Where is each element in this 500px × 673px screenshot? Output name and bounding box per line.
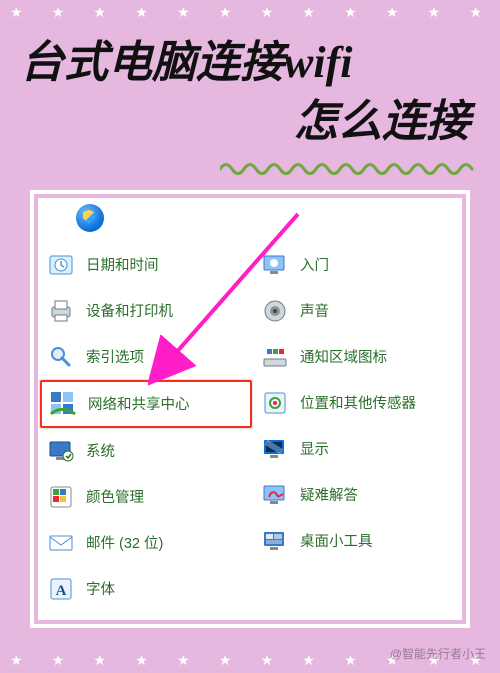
- system-icon: [46, 436, 76, 466]
- svg-text:A: A: [56, 583, 67, 599]
- title-line-1: 台式电脑连接wifi: [20, 33, 480, 92]
- control-panel-right-column: 入门 声音 通知区域图标 位置和其他传感器: [254, 242, 460, 612]
- control-panel-item-system[interactable]: 系统: [40, 428, 246, 474]
- printer-icon: [46, 296, 76, 326]
- item-label: 系统: [86, 440, 246, 461]
- control-panel-item-indexing[interactable]: 索引选项: [40, 334, 246, 380]
- control-panel-item-getting-started[interactable]: 入门: [254, 242, 460, 288]
- control-panel-item-mail[interactable]: 邮件 (32 位): [40, 520, 246, 566]
- item-label: 网络和共享中心: [88, 393, 250, 414]
- gadget-icon: [260, 526, 290, 556]
- sensor-icon: [260, 388, 290, 418]
- mail-icon: [46, 528, 76, 558]
- decorative-squiggle: [220, 162, 480, 176]
- control-panel-item-network[interactable]: 网络和共享中心: [40, 380, 252, 428]
- control-panel-item-datetime[interactable]: 日期和时间: [40, 242, 246, 288]
- item-label: 字体: [86, 578, 246, 599]
- decorative-stars-top: ★★★★★★ ★★★★★★: [0, 0, 500, 25]
- control-panel-item-display[interactable]: 显示: [254, 426, 460, 472]
- item-label: 声音: [300, 300, 454, 321]
- clock-icon: [46, 250, 76, 280]
- item-label: 显示: [300, 438, 454, 459]
- control-panel-item-tray[interactable]: 通知区域图标: [254, 334, 460, 380]
- getting-started-icon: [260, 250, 290, 280]
- network-icon: [48, 389, 78, 419]
- item-label: 桌面小工具: [300, 530, 454, 551]
- control-panel-item-devices[interactable]: 设备和打印机: [40, 288, 246, 334]
- item-label: 颜色管理: [86, 486, 246, 507]
- troubleshoot-icon: [260, 480, 290, 510]
- control-panel-item-sound[interactable]: 声音: [254, 288, 460, 334]
- control-panel-header: [40, 202, 460, 242]
- item-label: 设备和打印机: [86, 300, 246, 321]
- security-shield-icon: [76, 204, 104, 232]
- control-panel-item-troubleshoot[interactable]: 疑难解答: [254, 472, 460, 518]
- control-panel-item-gadgets[interactable]: 桌面小工具: [254, 518, 460, 564]
- font-icon: A: [46, 574, 76, 604]
- item-label: 日期和时间: [86, 254, 246, 275]
- display-icon: [260, 434, 290, 464]
- title-block: 台式电脑连接wifi 怎么连接: [0, 25, 500, 158]
- search-icon: [46, 342, 76, 372]
- color-icon: [46, 482, 76, 512]
- control-panel-left-column: 日期和时间 设备和打印机 索引选项 网络和共享中心: [40, 242, 246, 612]
- control-panel-item-sensors[interactable]: 位置和其他传感器: [254, 380, 460, 426]
- item-label: 索引选项: [86, 346, 246, 367]
- item-label: 通知区域图标: [300, 346, 454, 367]
- control-panel-item-fonts[interactable]: A 字体: [40, 566, 246, 612]
- control-panel-screenshot: 日期和时间 设备和打印机 索引选项 网络和共享中心: [26, 186, 474, 632]
- title-line-2: 怎么连接: [20, 92, 480, 151]
- item-label: 邮件 (32 位): [86, 532, 246, 553]
- item-label: 入门: [300, 254, 454, 275]
- watermark: @智能先行者小王: [390, 645, 486, 662]
- tray-icon: [260, 342, 290, 372]
- speaker-icon: [260, 296, 290, 326]
- item-label: 疑难解答: [300, 484, 454, 505]
- item-label: 位置和其他传感器: [300, 392, 454, 413]
- control-panel-item-color[interactable]: 颜色管理: [40, 474, 246, 520]
